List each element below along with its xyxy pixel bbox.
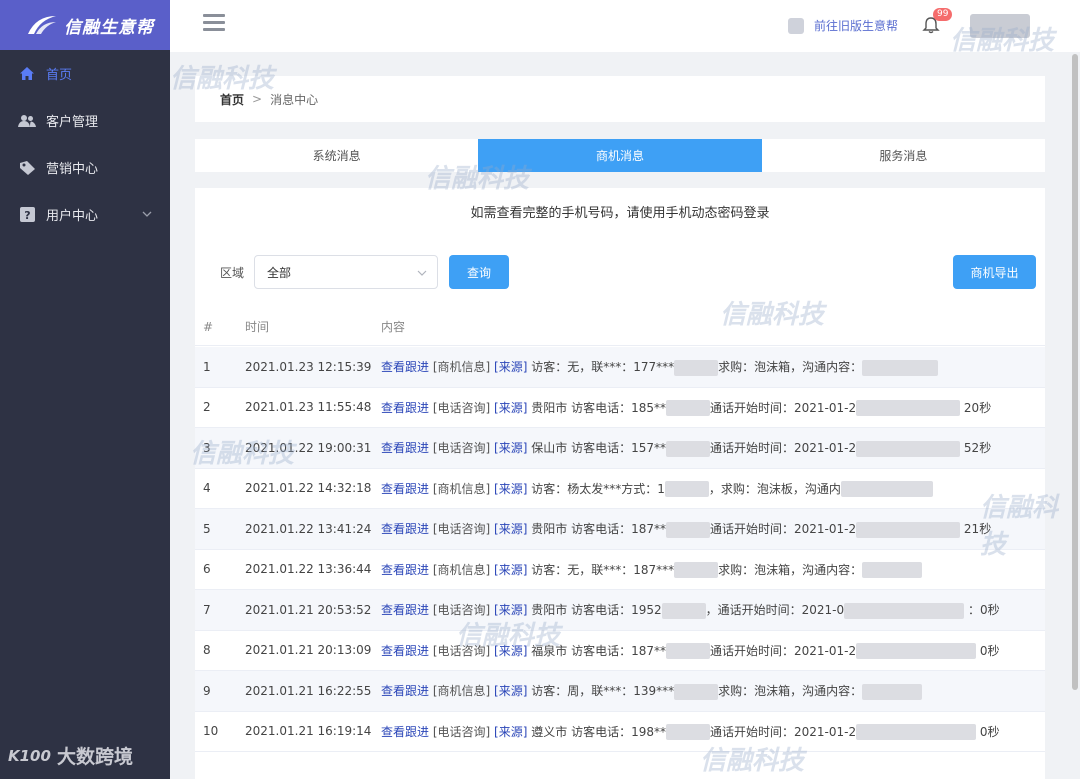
message-tabs: 系统消息 商机消息 服务消息 (195, 139, 1045, 172)
sidebar-item-label: 客户管理 (46, 115, 99, 130)
help-icon: ? (18, 207, 36, 223)
redacted-block (665, 521, 710, 538)
table-row: 9 2021.01.21 16:22:55 查看跟进 [商机信息] [来源] 访… (195, 671, 1045, 712)
source-link[interactable]: [来源] (494, 563, 527, 577)
sidebar-item-user-center[interactable]: ? 用户中心 (0, 191, 170, 238)
source-link[interactable]: [来源] (494, 360, 527, 374)
table-row: 3 2021.01.22 19:00:31 查看跟进 [电话咨询] [来源] 保… (195, 428, 1045, 469)
source-link[interactable]: [来源] (494, 725, 527, 739)
redacted-block (862, 683, 923, 700)
redacted-block (664, 481, 709, 497)
column-header-time: 时间 (245, 320, 270, 334)
redacted-block (674, 683, 719, 700)
view-followup-link[interactable]: 查看跟进 (381, 482, 429, 496)
redacted-block (665, 400, 710, 416)
message-panel: 如需查看完整的手机号码，请使用手机动态密码登录 区域 全部 查询 商机导出 # … (195, 188, 1045, 779)
source-link[interactable]: [来源] (494, 482, 527, 496)
view-followup-link[interactable]: 查看跟进 (381, 603, 429, 617)
query-button[interactable]: 查询 (449, 255, 509, 289)
sidebar-item-label: 首页 (46, 68, 73, 83)
view-followup-link[interactable]: 查看跟进 (381, 725, 429, 739)
source-link[interactable]: [来源] (494, 603, 527, 617)
table-row: 1 2021.01.23 12:15:39 查看跟进 [商机信息] [来源] 访… (195, 347, 1045, 388)
redacted-block (674, 359, 719, 376)
tag-icon (18, 160, 36, 176)
table-row: 7 2021.01.21 20:53:52 查看跟进 [电话咨询] [来源] 贵… (195, 590, 1045, 631)
view-followup-link[interactable]: 查看跟进 (381, 401, 429, 415)
column-header-index: # (203, 319, 214, 334)
redacted-block (665, 440, 710, 457)
tab-service-messages[interactable]: 服务消息 (762, 139, 1045, 172)
sidebar-item-customers[interactable]: 客户管理 (0, 97, 170, 144)
svg-text:?: ? (24, 209, 30, 222)
redacted-block (856, 724, 977, 740)
old-version-link[interactable]: 前往旧版生意帮 (788, 17, 898, 34)
view-followup-link[interactable]: 查看跟进 (381, 684, 429, 698)
old-version-icon (788, 17, 804, 34)
source-link[interactable]: [来源] (494, 644, 527, 658)
redacted-block (856, 400, 961, 416)
sidebar-item-marketing[interactable]: 营销中心 (0, 144, 170, 191)
view-followup-link[interactable]: 查看跟进 (381, 360, 429, 374)
source-link[interactable]: [来源] (494, 441, 527, 455)
redacted-block (840, 481, 933, 497)
breadcrumb-current: 消息中心 (270, 92, 319, 107)
redacted-block (665, 643, 710, 659)
app-logo[interactable]: 信融生意帮 (0, 0, 170, 50)
breadcrumb-home[interactable]: 首页 (220, 91, 244, 108)
redacted-block (856, 440, 961, 457)
view-followup-link[interactable]: 查看跟进 (381, 441, 429, 455)
topbar: 前往旧版生意帮 99 (170, 0, 1080, 52)
redacted-block (674, 562, 719, 578)
view-followup-link[interactable]: 查看跟进 (381, 644, 429, 658)
table-row: 4 2021.01.22 14:32:18 查看跟进 [商机信息] [来源] 访… (195, 469, 1045, 509)
sidebar: 信融生意帮 首页 客户管理 营销中心 ? 用户中心 K100 大数跨境 (0, 0, 170, 779)
home-icon (18, 66, 36, 82)
source-link[interactable]: [来源] (494, 522, 527, 536)
notification-badge: 99 (933, 8, 953, 21)
source-link[interactable]: [来源] (494, 401, 527, 415)
region-label: 区域 (220, 266, 245, 280)
table-body: 1 2021.01.23 12:15:39 查看跟进 [商机信息] [来源] 访… (195, 347, 1045, 752)
login-notice: 如需查看完整的手机号码，请使用手机动态密码登录 (470, 206, 770, 221)
column-header-content: 内容 (381, 320, 406, 334)
table-row: 5 2021.01.22 13:41:24 查看跟进 [电话咨询] [来源] 贵… (195, 509, 1045, 550)
breadcrumb-separator: > (252, 92, 263, 106)
table-row: 2 2021.01.23 11:55:48 查看跟进 [电话咨询] [来源] 贵… (195, 388, 1045, 428)
sidebar-item-label: 用户中心 (46, 209, 99, 224)
redacted-block (862, 359, 939, 376)
corner-watermark: K100 大数跨境 (8, 746, 133, 768)
tab-system-messages[interactable]: 系统消息 (195, 139, 478, 172)
sidebar-item-home[interactable]: 首页 (0, 50, 170, 97)
source-link[interactable]: [来源] (494, 684, 527, 698)
logo-mark-icon (28, 16, 56, 34)
redacted-block (661, 602, 706, 619)
table-header: # 时间 内容 (195, 308, 1045, 346)
table-row: 10 2021.01.21 16:19:14 查看跟进 [电话咨询] [来源] … (195, 712, 1045, 752)
redacted-block (856, 521, 961, 538)
redacted-block (844, 602, 965, 619)
page-scrollbar[interactable] (1072, 54, 1078, 690)
redacted-block (862, 562, 923, 578)
table-row: 6 2021.01.22 13:36:44 查看跟进 [商机信息] [来源] 访… (195, 550, 1045, 590)
chevron-down-icon (142, 211, 152, 217)
redacted-block (856, 643, 977, 659)
menu-toggle-icon[interactable] (203, 14, 225, 32)
logo-text: 信融生意帮 (64, 17, 154, 38)
sidebar-item-label: 营销中心 (46, 162, 99, 177)
table-row: 8 2021.01.21 20:13:09 查看跟进 [电话咨询] [来源] 福… (195, 631, 1045, 671)
region-select[interactable]: 全部 (254, 255, 438, 289)
redacted-block (665, 724, 710, 740)
users-icon (18, 113, 36, 129)
region-select-value: 全部 (267, 265, 292, 280)
breadcrumb: 首页 > 消息中心 (195, 76, 1045, 122)
export-button[interactable]: 商机导出 (953, 255, 1036, 289)
view-followup-link[interactable]: 查看跟进 (381, 522, 429, 536)
chevron-down-icon (417, 270, 427, 276)
tab-business-messages[interactable]: 商机消息 (478, 139, 762, 172)
avatar[interactable] (970, 14, 1030, 38)
view-followup-link[interactable]: 查看跟进 (381, 563, 429, 577)
